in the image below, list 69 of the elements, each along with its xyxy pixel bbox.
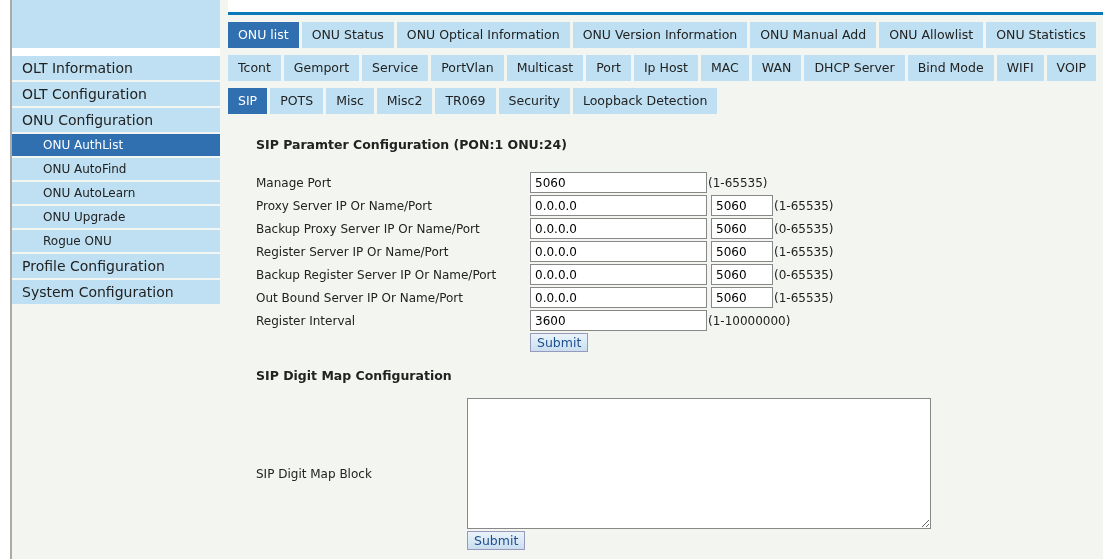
input-field[interactable]: 0.0.0.0 [530, 241, 707, 262]
field-label: Out Bound Server IP Or Name/Port [256, 290, 464, 305]
tab[interactable]: Misc [326, 88, 374, 114]
tab[interactable]: Port [586, 55, 631, 81]
range-hint: (1-65535) [774, 198, 834, 213]
sidebar-item[interactable]: Profile Configuration [12, 254, 220, 278]
field-label: SIP Digit Map Block [256, 467, 373, 481]
section-title: SIP Digit Map Configuration [256, 368, 453, 383]
tab[interactable]: SIP [228, 88, 268, 114]
tab[interactable]: ONU Status [301, 22, 394, 48]
input-field[interactable]: 0.0.0.0 [530, 195, 707, 216]
sidebar-item[interactable]: System Configuration [12, 280, 220, 304]
sidebar-subitem[interactable]: ONU Upgrade [12, 206, 220, 228]
field-label: Backup Proxy Server IP Or Name/Port [256, 221, 481, 236]
tab[interactable]: POTS [270, 88, 324, 114]
tab[interactable]: Service [362, 55, 429, 81]
sidebar-item[interactable]: OLT Information [12, 56, 220, 80]
field-label: Register Interval [256, 313, 357, 328]
tab[interactable]: Security [498, 88, 570, 114]
tab[interactable]: DHCP Server [804, 55, 905, 81]
tab[interactable]: Bind Mode [907, 55, 994, 81]
tab[interactable]: ONU list [228, 22, 299, 48]
tab[interactable]: VOIP [1046, 55, 1096, 81]
port-field[interactable]: 5060 [711, 241, 773, 262]
submit-button[interactable]: Submit [467, 531, 526, 550]
port-field[interactable]: 5060 [711, 287, 773, 308]
tab[interactable]: ONU Version Information [572, 22, 748, 48]
input-field[interactable]: 5060 [530, 172, 707, 193]
sidebar-subitem[interactable]: ONU AutoFind [12, 158, 220, 180]
sidebar-item[interactable]: OLT Configuration [12, 82, 220, 106]
tab[interactable]: WAN [751, 55, 802, 81]
input-field[interactable]: 3600 [530, 310, 707, 331]
tab[interactable]: ONU Manual Add [750, 22, 877, 48]
tab[interactable]: Multicast [506, 55, 584, 81]
field-label: Register Server IP Or Name/Port [256, 244, 450, 259]
range-hint: (1-65535) [774, 244, 834, 259]
tab[interactable]: ONU Statistics [986, 22, 1096, 48]
field-label: Manage Port [256, 175, 333, 190]
sidebar-subitem[interactable]: ONU AutoLearn [12, 182, 220, 204]
field-label: Proxy Server IP Or Name/Port [256, 198, 433, 213]
tab[interactable]: MAC [701, 55, 749, 81]
sidebar-item[interactable]: ONU Configuration [12, 108, 220, 132]
range-hint: (0-65535) [774, 221, 834, 236]
tab[interactable]: Misc2 [376, 88, 433, 114]
range-hint: (1-10000000) [708, 313, 791, 328]
field-label: Backup Register Server IP Or Name/Port [256, 267, 498, 282]
section-title: SIP Paramter Configuration (PON:1 ONU:24) [256, 137, 568, 152]
tab[interactable]: Gemport [283, 55, 360, 81]
tab[interactable]: Ip Host [633, 55, 698, 81]
tab[interactable]: WIFI [996, 55, 1044, 81]
port-field[interactable]: 5060 [711, 264, 773, 285]
tab[interactable]: TR069 [435, 88, 496, 114]
tab[interactable]: Tcont [228, 55, 281, 81]
input-field[interactable]: 0.0.0.0 [530, 264, 707, 285]
text-area[interactable] [467, 398, 931, 529]
range-hint: (1-65535) [774, 290, 834, 305]
input-field[interactable]: 0.0.0.0 [530, 218, 707, 239]
tab[interactable]: ONU Allowlist [879, 22, 984, 48]
range-hint: (0-65535) [774, 267, 834, 282]
port-field[interactable]: 5060 [711, 218, 773, 239]
range-hint: (1-65535) [708, 175, 768, 190]
input-field[interactable]: 0.0.0.0 [530, 287, 707, 308]
sidebar-subitem[interactable]: ONU AuthList [12, 134, 220, 156]
submit-button[interactable]: Submit [530, 333, 589, 352]
tab[interactable]: ONU Optical Information [396, 22, 570, 48]
port-field[interactable]: 5060 [711, 195, 773, 216]
tab[interactable]: Loopback Detection [572, 88, 718, 114]
tab[interactable]: PortVlan [431, 55, 504, 81]
sidebar-subitem[interactable]: Rogue ONU [12, 230, 220, 252]
